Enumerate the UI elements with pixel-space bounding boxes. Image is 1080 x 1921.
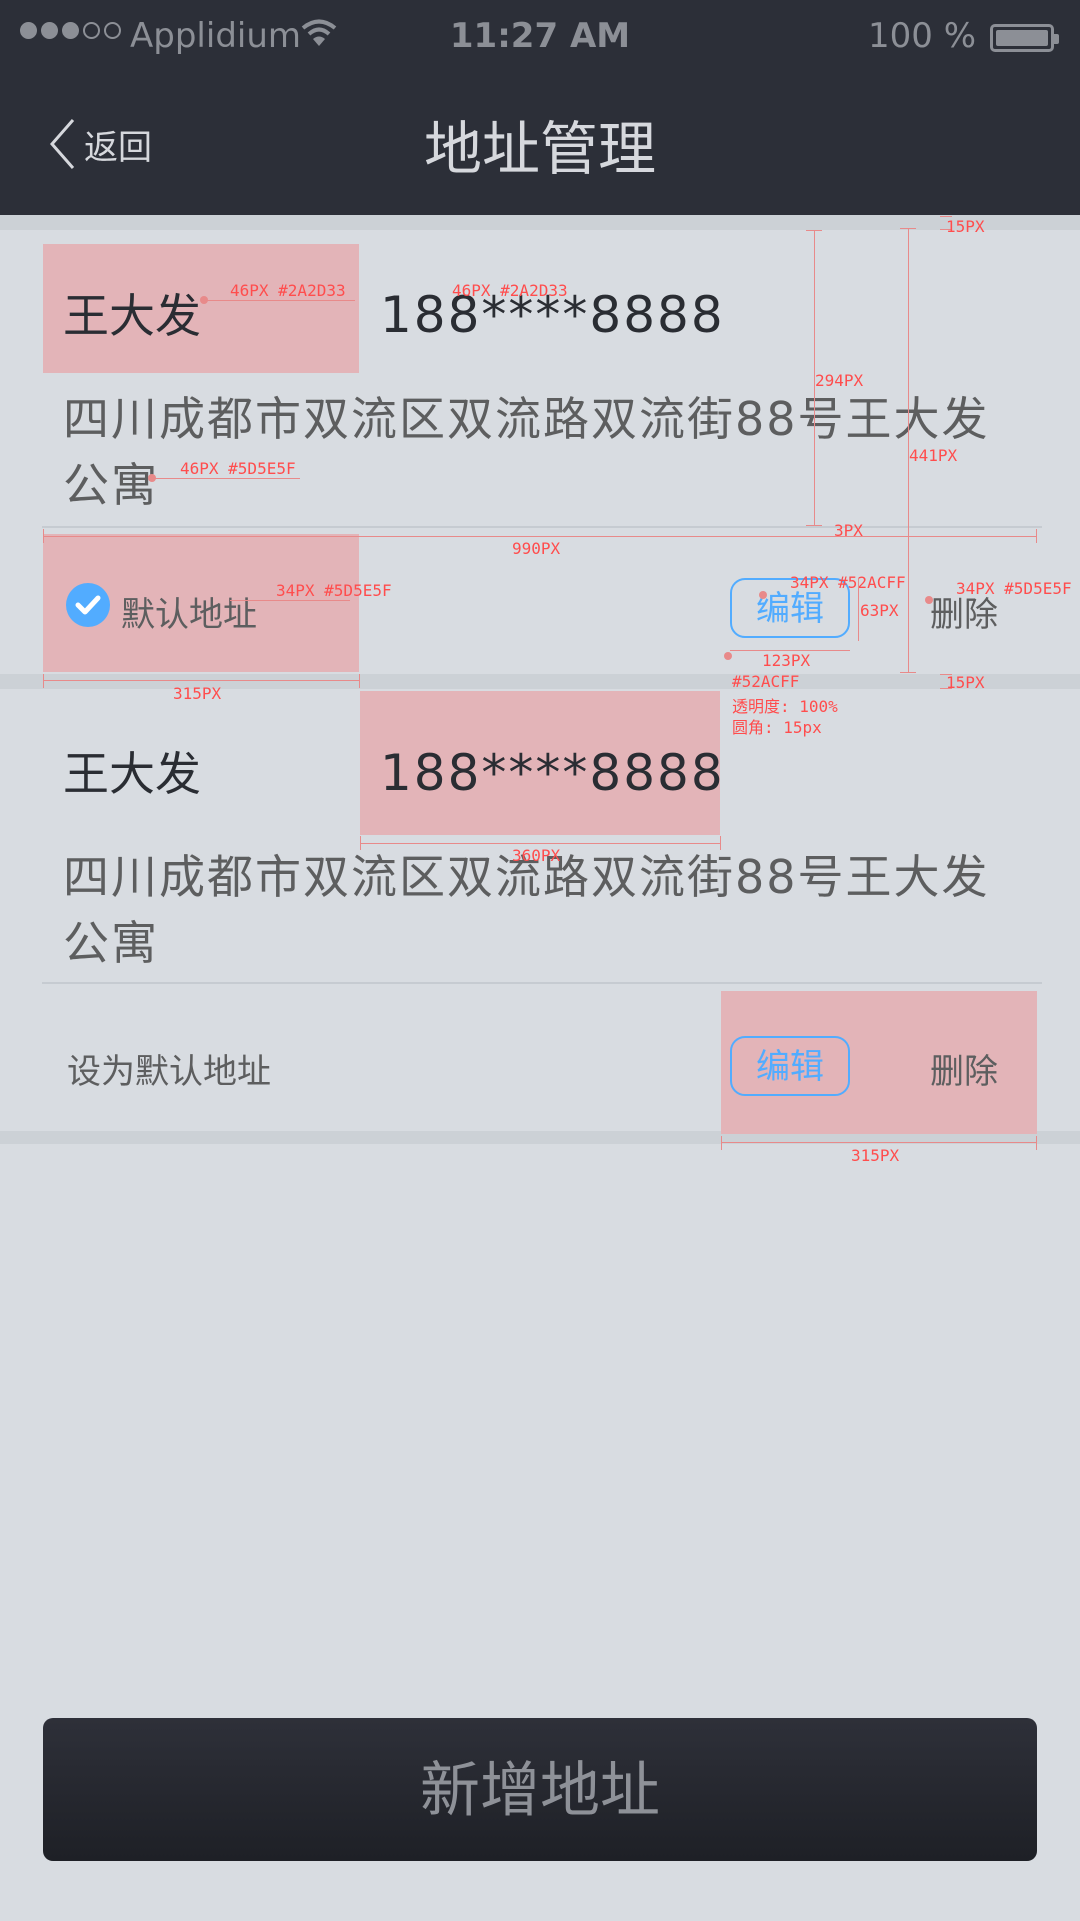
annotation-line [205,300,355,301]
contact-phone: 188****8888 [380,744,725,802]
status-bar: Applidium 11:27 AM 100 % [0,0,1080,76]
set-default-button[interactable]: 设为默认地址 [67,1044,271,1093]
annotation-pin [724,652,732,660]
annotation-edit-height: 63PX [860,601,899,620]
annotation-line [43,536,1037,537]
check-circle-icon[interactable] [66,583,110,627]
battery-percentage: 100 % [867,16,976,56]
annotation-pin [148,474,156,482]
edit-button[interactable]: 编辑 [730,1036,850,1096]
battery-icon [990,24,1059,52]
annotation-block-height: 294PX [815,371,864,390]
annotation-line [720,836,721,850]
annotation-phone-spec: 46PX #2A2D33 [452,281,568,300]
annotation-line [1036,529,1037,543]
delete-button[interactable]: 删除 [930,1044,998,1093]
annotation-default-spec: 34PX #5D5E5F [276,581,392,600]
annotation-line [1036,1136,1037,1150]
annotation-line [359,674,360,688]
annotation-line [806,525,822,526]
annotation-line [43,680,359,681]
annotation-row-width: 990PX [512,539,561,558]
annotation-pin [925,596,933,604]
annotation-line [900,228,916,229]
annotation-card-height: 441PX [909,446,958,465]
annotation-bottom-gap: 15PX [946,673,985,692]
annotation-line [721,1142,1037,1143]
annotation-divider: 3PX [834,521,863,540]
annotation-edit-color: #52ACFF [732,672,800,691]
annotation-line [230,600,350,601]
card-gap [0,215,1080,230]
address-text: 四川成都市双流区双流路双流街88号王大发公寓 [63,392,990,512]
annotation-line [721,1136,722,1150]
annotation-line [858,578,859,641]
navigation-bar: Applidium 11:27 AM 100 % 返回 地址管理 [0,0,1080,215]
divider [42,982,1042,984]
annotation-pin [759,591,767,599]
divider [42,526,1042,528]
card-gap [0,674,1080,689]
annotation-right-width: 315PX [851,1146,900,1165]
annotation-address-spec: 46PX #5D5E5F [180,459,296,478]
annotation-delete-spec: 34PX #5D5E5F [956,579,1072,598]
annotation-line [43,674,44,688]
annotation-line [360,843,720,844]
annotation-line [43,529,44,543]
annotation-edit-spec: 34PX #52ACFF [790,573,906,592]
annotation-name-spec: 46PX #2A2D33 [230,281,346,300]
annotation-line [360,836,361,850]
annotation-line [900,672,916,673]
page-title: 地址管理 [423,115,656,183]
annotation-pin [200,296,208,304]
contact-name: 王大发 [63,289,201,343]
add-address-button[interactable]: 新增地址 [43,1718,1037,1861]
annotation-phone-width: 360PX [512,846,561,865]
annotation-line [806,230,822,231]
contact-name: 王大发 [63,747,201,801]
annotation-edit-width: 123PX [762,651,811,670]
default-address-label: 默认地址 [121,595,257,635]
annotation-top-gap: 15PX [946,217,985,236]
annotation-edit-radius: 圆角: 15px [732,718,822,737]
annotation-left-width: 315PX [173,684,222,703]
annotation-line [150,478,300,479]
